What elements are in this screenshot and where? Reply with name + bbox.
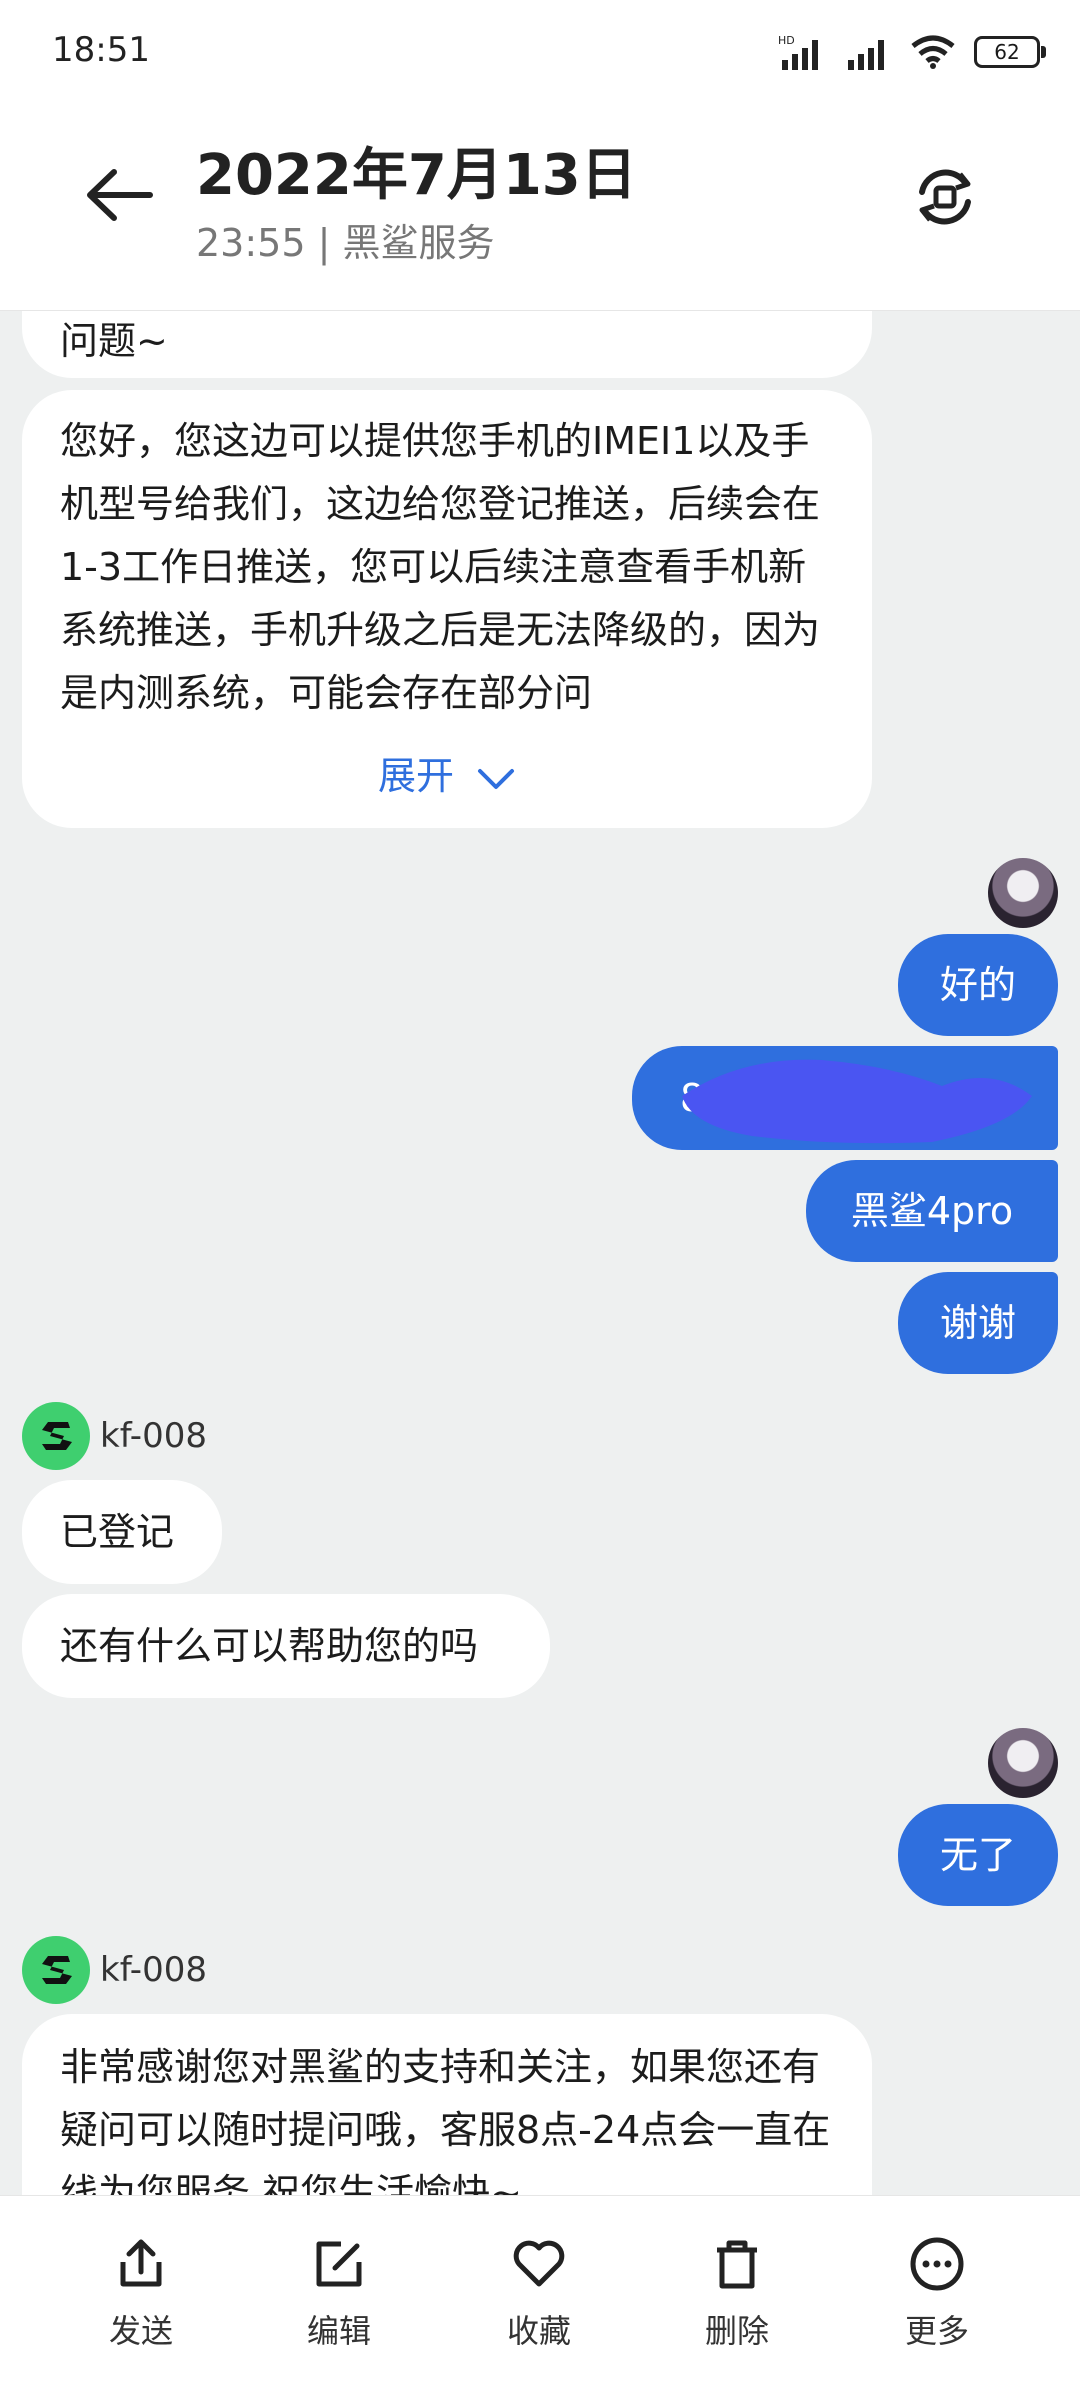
message-bubble-agent[interactable]: 还有什么可以帮助您的吗 bbox=[22, 1594, 550, 1698]
battery-level: 62 bbox=[994, 40, 1020, 64]
trash-icon bbox=[717, 2240, 757, 2289]
cellular-signal-icon: HD bbox=[778, 34, 818, 70]
agent-avatar[interactable] bbox=[22, 1936, 90, 2004]
battery-indicator: 62 bbox=[974, 36, 1046, 68]
message-bubble-user[interactable]: 黑鲨4pro bbox=[806, 1160, 1058, 1262]
status-icons: HD 62 bbox=[778, 28, 1046, 76]
delete-button[interactable]: 删除 bbox=[662, 2236, 812, 2352]
message-text: 黑鲨4pro bbox=[850, 1188, 1014, 1233]
message-bubble-agent[interactable]: 您好，您这边可以提供您手机的IMEI1以及手机型号给我们，这边给您登记推送，后续… bbox=[22, 390, 872, 828]
redaction-scribble bbox=[682, 1059, 1032, 1144]
expand-label: 展开 bbox=[377, 754, 454, 798]
edit-button[interactable]: 编辑 bbox=[264, 2236, 414, 2352]
agent-avatar[interactable] bbox=[22, 1402, 90, 1470]
cellular-signal-2-icon bbox=[848, 40, 884, 70]
message-bubble-agent[interactable]: 问题~ bbox=[22, 310, 872, 378]
message-bubble-user[interactable]: 好的 bbox=[898, 934, 1058, 1036]
svg-text:HD: HD bbox=[778, 34, 795, 47]
delete-label: 删除 bbox=[704, 2312, 769, 2350]
message-bubble-user[interactable]: 谢谢 bbox=[898, 1272, 1058, 1374]
top-bar: 18:51 HD 62 2022年7月13日 23:55 | 黑鲨服务 bbox=[0, 0, 1080, 311]
message-text: 问题~ bbox=[60, 319, 168, 363]
more-label: 更多 bbox=[904, 2312, 969, 2350]
black-shark-logo-icon bbox=[42, 1422, 72, 1450]
message-bubble-agent[interactable]: 非常感谢您对黑鲨的支持和关注，如果您还有疑问可以随时提问哦，客服8点-24点会一… bbox=[22, 2014, 872, 2195]
agent-name: kf-008 bbox=[100, 1950, 207, 1990]
more-button[interactable]: 更多 bbox=[862, 2236, 1012, 2352]
message-text: 非常感谢您对黑鲨的支持和关注，如果您还有疑问可以随时提问哦，客服8点-24点会一… bbox=[60, 2045, 831, 2195]
message-text: 已登记 bbox=[60, 1509, 175, 1554]
chevron-down-icon bbox=[478, 768, 515, 789]
message-text: 好的 bbox=[939, 962, 1016, 1007]
user-avatar[interactable] bbox=[988, 1728, 1058, 1798]
agent-name: kf-008 bbox=[100, 1416, 207, 1456]
rotate-screen-icon[interactable] bbox=[910, 162, 980, 232]
page-subtitle: 23:55 | 黑鲨服务 bbox=[196, 221, 495, 265]
favorite-button[interactable]: 收藏 bbox=[464, 2236, 614, 2352]
edit-icon bbox=[316, 2241, 362, 2287]
favorite-label: 收藏 bbox=[506, 2312, 571, 2350]
message-text: 谢谢 bbox=[939, 1300, 1016, 1345]
chat-thread[interactable]: 问题~ 您好，您这边可以提供您手机的IMEI1以及手机型号给我们，这边给您登记推… bbox=[0, 310, 1080, 2195]
page-title: 2022年7月13日 bbox=[196, 143, 637, 208]
bottom-toolbar: 发送 编辑 收藏 删除 更多 bbox=[0, 2195, 1080, 2401]
message-text: 还有什么可以帮助您的吗 bbox=[60, 1623, 479, 1668]
message-bubble-agent[interactable]: 已登记 bbox=[22, 1480, 222, 1584]
send-button[interactable]: 发送 bbox=[66, 2236, 216, 2352]
share-icon bbox=[120, 2239, 162, 2287]
message-text: 无了 bbox=[939, 1832, 1016, 1877]
heart-icon bbox=[513, 2240, 565, 2287]
back-arrow-icon[interactable] bbox=[80, 160, 160, 230]
wifi-icon bbox=[911, 35, 955, 69]
message-bubble-user[interactable]: 无了 bbox=[898, 1804, 1058, 1906]
message-bubble-user[interactable]: 8 bbox=[632, 1046, 1058, 1150]
user-avatar[interactable] bbox=[988, 858, 1058, 928]
message-text: 您好，您这边可以提供您手机的IMEI1以及手机型号给我们，这边给您登记推送，后续… bbox=[60, 419, 821, 715]
status-time: 18:51 bbox=[52, 30, 150, 70]
send-label: 发送 bbox=[108, 2312, 173, 2350]
more-icon bbox=[910, 2237, 964, 2291]
edit-label: 编辑 bbox=[306, 2312, 371, 2350]
black-shark-logo-icon bbox=[42, 1956, 72, 1984]
expand-link[interactable]: 展开 bbox=[22, 745, 872, 808]
